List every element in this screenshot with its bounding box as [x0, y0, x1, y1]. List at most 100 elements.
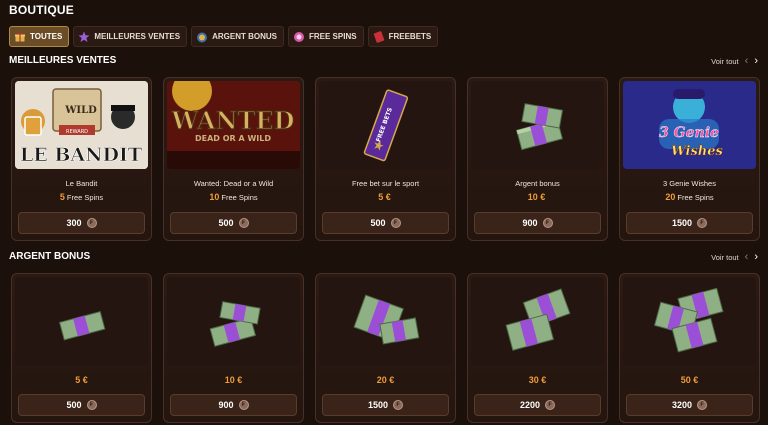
- svg-text:WANTED: WANTED: [171, 106, 295, 135]
- bonus-amount: 30 €: [528, 375, 547, 385]
- see-all-link[interactable]: Voir tout: [711, 57, 739, 66]
- svg-text:LE BANDIT: LE BANDIT: [20, 144, 142, 166]
- bonus-amount: 5 €: [75, 375, 88, 385]
- money-bag-icon: [196, 31, 208, 43]
- next-arrow-icon[interactable]: ›: [754, 252, 758, 263]
- bonus-card[interactable]: 30 € 2200 ₣: [467, 273, 608, 423]
- reward-value: 5: [59, 192, 65, 202]
- product-name: Free bet sur le sport: [351, 179, 420, 188]
- coin-icon: ₣: [238, 400, 249, 410]
- buy-button[interactable]: 2200 ₣: [474, 394, 601, 416]
- reward-value: 10 €: [527, 192, 546, 202]
- product-name: 3 Genie Wishes: [663, 179, 716, 188]
- price-value: 1500: [671, 218, 693, 228]
- product-card[interactable]: WILD REWARD LE BANDIT Le Bandit 5 Free Sp…: [11, 77, 152, 241]
- svg-text:WILD: WILD: [64, 105, 97, 116]
- tab-meilleures-ventes[interactable]: MEILLEURES VENTES: [73, 26, 188, 47]
- product-reward: 10 Free Spins: [164, 192, 303, 202]
- price-value: 900: [218, 400, 234, 410]
- bonus-card[interactable]: 20 € 1500 ₣: [315, 273, 456, 423]
- tab-argent-bonus[interactable]: ARGENT BONUS: [191, 26, 284, 47]
- buy-button[interactable]: 500 ₣: [170, 212, 297, 234]
- bonus-amount: 10 €: [224, 375, 243, 385]
- cash-stack-image: [471, 277, 604, 365]
- see-all-link[interactable]: Voir tout: [711, 253, 739, 262]
- coin-icon: ₣: [697, 400, 708, 410]
- price-value: 500: [218, 218, 234, 228]
- bonus-card[interactable]: 50 € 3200 ₣: [619, 273, 760, 423]
- prev-arrow-icon[interactable]: ‹: [745, 56, 749, 67]
- buy-button[interactable]: 900 ₣: [170, 394, 297, 416]
- coin-icon: ₣: [86, 400, 97, 410]
- price-value: 900: [522, 218, 538, 228]
- game-art-3-genie-wishes: 3 Genie Wishes: [623, 81, 756, 169]
- spins-icon: [293, 31, 305, 43]
- product-card[interactable]: WANTED DEAD OR A WILD Wanted: Dead or a …: [163, 77, 304, 241]
- page-title: BOUTIQUE: [9, 3, 74, 17]
- prev-arrow-icon[interactable]: ‹: [745, 252, 749, 263]
- reward-unit: Free Spins: [677, 193, 714, 202]
- product-reward: 5 Free Spins: [12, 192, 151, 202]
- cash-stack-image: [623, 277, 756, 365]
- product-reward: 10 €: [468, 192, 607, 202]
- ticket-icon: [373, 30, 385, 43]
- reward-value: 20: [665, 192, 676, 202]
- product-name: Wanted: Dead or a Wild: [193, 179, 274, 188]
- game-art-le-bandit: WILD REWARD LE BANDIT: [15, 81, 148, 169]
- cash-stack-image: [319, 277, 452, 365]
- product-card[interactable]: FREE BETS Free bet sur le sport 5 € 500 ₣: [315, 77, 456, 241]
- coin-icon: ₣: [393, 400, 404, 410]
- buy-button[interactable]: 1500 ₣: [322, 394, 449, 416]
- bonus-amount: 20 €: [376, 375, 395, 385]
- price-value: 2200: [519, 400, 541, 410]
- reward-value: 5 €: [378, 192, 391, 202]
- buy-button[interactable]: 1500 ₣: [626, 212, 753, 234]
- tab-label: FREEBETS: [388, 32, 432, 41]
- svg-text:3 Genie: 3 Genie: [659, 125, 719, 141]
- tab-label: FREE SPINS: [309, 32, 357, 41]
- product-card[interactable]: Argent bonus 10 € 900 ₣: [467, 77, 608, 241]
- bestsellers-nav: Voir tout ‹ ›: [711, 56, 758, 67]
- tab-toutes[interactable]: TOUTES: [9, 26, 70, 47]
- price-value: 500: [66, 400, 82, 410]
- coin-icon: ₣: [545, 400, 556, 410]
- coin-icon: ₣: [542, 218, 553, 228]
- star-icon: [78, 31, 90, 43]
- category-tabs: TOUTES MEILLEURES VENTES ARGENT BONUS FR…: [9, 26, 439, 47]
- next-arrow-icon[interactable]: ›: [754, 56, 758, 67]
- tab-label: MEILLEURES VENTES: [94, 32, 181, 41]
- bonus-card[interactable]: 5 € 500 ₣: [11, 273, 152, 423]
- tab-label: TOUTES: [30, 32, 63, 41]
- argent-bonus-cards: 5 € 500 ₣ 10 € 900 ₣ 20 € 1500 ₣ 30 € 22…: [11, 273, 760, 423]
- product-name: Le Bandit: [65, 179, 98, 188]
- coin-icon: ₣: [238, 218, 249, 228]
- product-reward: 5 €: [316, 192, 455, 202]
- buy-button[interactable]: 3200 ₣: [626, 394, 753, 416]
- bestsellers-cards: WILD REWARD LE BANDIT Le Bandit 5 Free Sp…: [11, 77, 760, 241]
- svg-text:REWARD: REWARD: [66, 129, 88, 135]
- bonus-card[interactable]: 10 € 900 ₣: [163, 273, 304, 423]
- product-card[interactable]: 3 Genie Wishes 3 Genie Wishes 20 Free Spi…: [619, 77, 760, 241]
- free-bets-ticket-image: FREE BETS: [319, 81, 452, 169]
- coin-icon: ₣: [697, 218, 708, 228]
- cash-stack-image: [471, 81, 604, 169]
- price-value: 300: [66, 218, 82, 228]
- price-value: 500: [370, 218, 386, 228]
- reward-unit: Free Spins: [221, 193, 258, 202]
- price-value: 3200: [671, 400, 693, 410]
- cash-stack-image: [15, 277, 148, 365]
- buy-button[interactable]: 300 ₣: [18, 212, 145, 234]
- buy-button[interactable]: 900 ₣: [474, 212, 601, 234]
- buy-button[interactable]: 500 ₣: [322, 212, 449, 234]
- tab-free-spins[interactable]: FREE SPINS: [288, 26, 364, 47]
- reward-value: 10: [209, 192, 220, 202]
- coin-icon: ₣: [86, 218, 97, 228]
- buy-button[interactable]: 500 ₣: [18, 394, 145, 416]
- tab-label: ARGENT BONUS: [212, 32, 277, 41]
- tab-freebets[interactable]: FREEBETS: [367, 26, 439, 47]
- svg-text:Wishes: Wishes: [671, 144, 723, 159]
- bonus-amount: 50 €: [680, 375, 699, 385]
- price-value: 1500: [367, 400, 389, 410]
- argent-bonus-nav: Voir tout ‹ ›: [711, 252, 758, 263]
- game-art-wanted: WANTED DEAD OR A WILD: [167, 81, 300, 169]
